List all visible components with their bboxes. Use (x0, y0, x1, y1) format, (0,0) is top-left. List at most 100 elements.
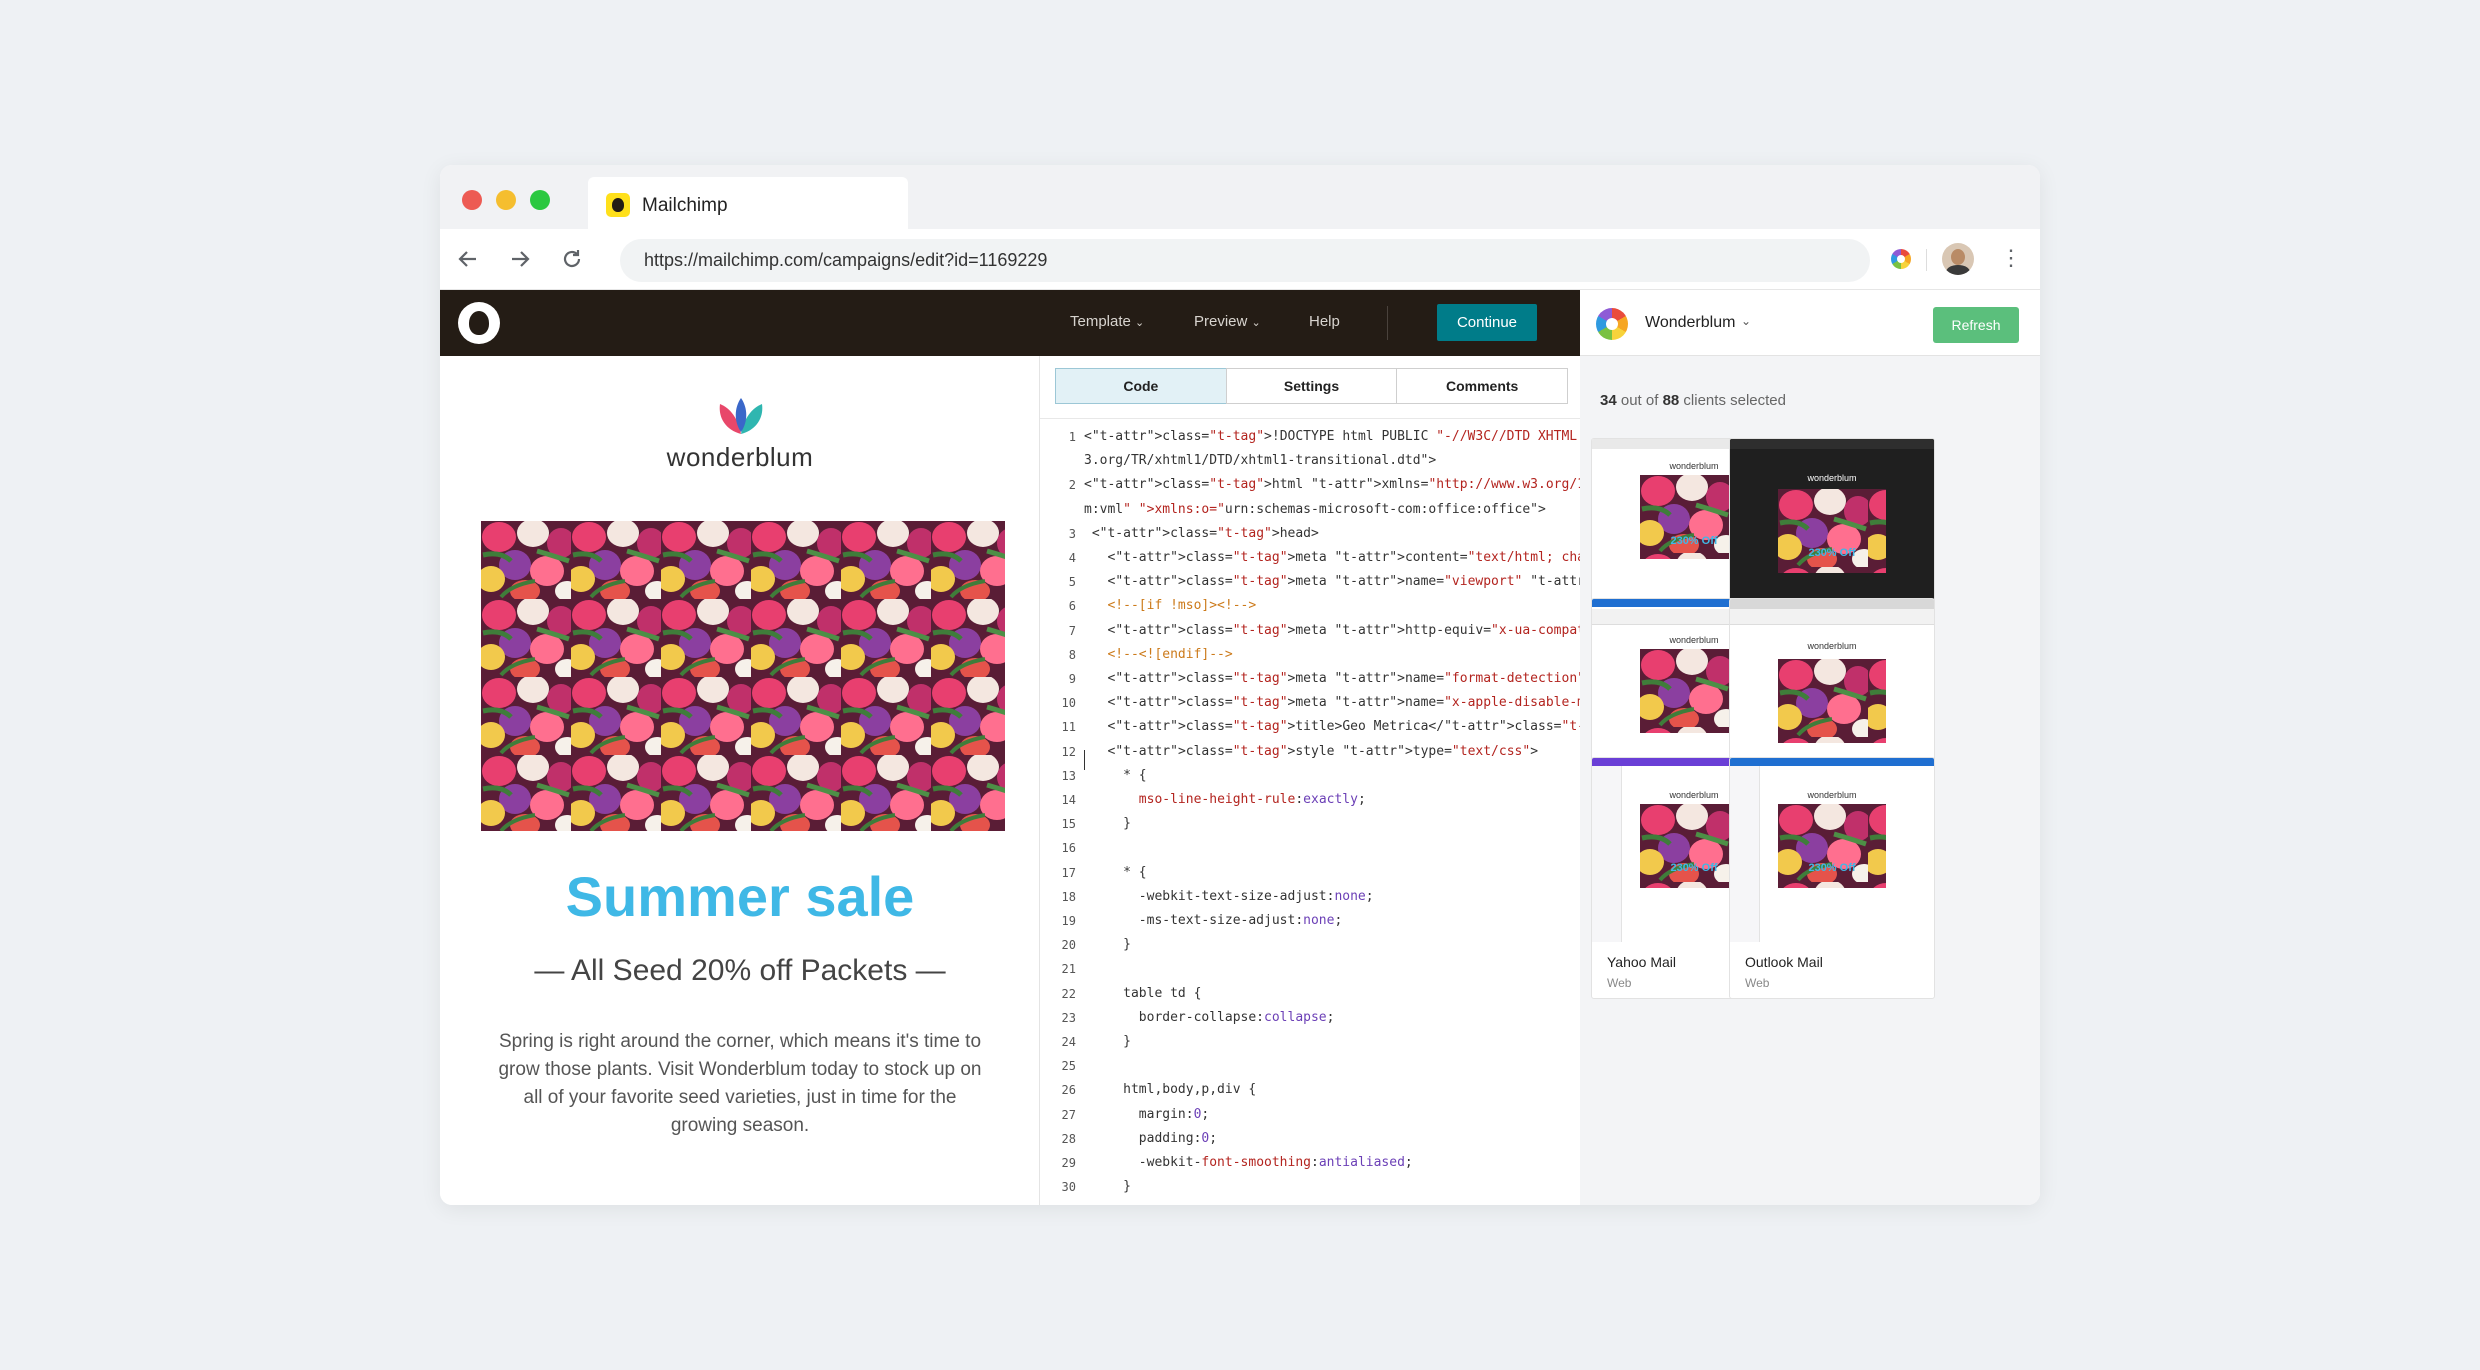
sale-subheading: — All Seed 20% off Packets — (534, 954, 946, 987)
code-text: m:vml" ">xmlns:o="urn:schemas-microsoft-… (1084, 501, 1546, 517)
tab-settings[interactable]: Settings (1225, 368, 1398, 404)
client-screenshot: wonderblum 230% Off (1730, 758, 1934, 942)
code-text: } (1084, 1179, 1131, 1195)
chevron-down-icon[interactable]: ⌄ (1741, 314, 1751, 328)
continue-button[interactable]: Continue (1437, 304, 1537, 341)
line-number: 5 (1068, 575, 1076, 590)
code-line: 2 <"t-attr">class="t-tag">html "t-attr">x… (1040, 473, 1580, 497)
tab-code[interactable]: Code (1055, 368, 1227, 404)
code-line: 4 <"t-attr">class="t-tag">meta "t-attr">… (1040, 546, 1580, 570)
reload-icon[interactable] (556, 243, 588, 275)
sale-heading: Summer sale (565, 865, 915, 928)
mini-offer-text: 230% Off (1808, 862, 1856, 874)
more-menu-icon[interactable]: ⋮ (2000, 243, 2022, 275)
line-number: 20 (1061, 938, 1076, 953)
tab-comments[interactable]: Comments (1396, 368, 1569, 404)
mini-brand-wordmark: wonderblum (1807, 641, 1857, 651)
code-text: <"t-attr">class="t-tag">meta "t-attr">na… (1084, 695, 1580, 711)
line-number: 2 (1068, 478, 1076, 493)
title-bar: Mailchimp (440, 165, 2040, 230)
client-platform: Web (1607, 976, 1632, 990)
code-line: 29 -webkit-font-smoothing:antialiased; (1040, 1151, 1580, 1175)
maximize-window-button[interactable] (530, 190, 550, 210)
code-text: mso-line-height-rule:exactly; (1138, 792, 1366, 807)
code-text: padding:0; (1084, 1130, 1218, 1146)
mailchimp-favicon-icon (606, 193, 630, 217)
line-number: 21 (1061, 962, 1076, 977)
mailchimp-logo-icon[interactable] (458, 302, 500, 344)
close-window-button[interactable] (462, 190, 482, 210)
total-count: 88 (1662, 392, 1680, 409)
code-line: 21 (1040, 957, 1580, 981)
line-number: 14 (1061, 793, 1076, 807)
code-text: } (1084, 816, 1131, 832)
line-number: 12 (1061, 744, 1076, 759)
panel-header: Wonderblum ⌄ Refresh (1580, 290, 2040, 356)
code-text: * { (1084, 767, 1147, 783)
count-suffix: clients selected (1683, 392, 1786, 409)
toolbar-divider (1926, 249, 1927, 271)
code-text: <"t-attr">class="t-tag">meta "t-attr">co… (1084, 550, 1580, 565)
code-text: } (1084, 937, 1131, 953)
selected-count: 34 (1600, 392, 1617, 409)
extension-icon[interactable] (1891, 249, 1911, 269)
mini-brand-wordmark: wonderblum (1807, 473, 1857, 483)
refresh-button[interactable]: Refresh (1933, 307, 2019, 343)
preview-menu[interactable]: Preview ⌄ (1194, 313, 1261, 330)
template-menu[interactable]: Template ⌄ (1070, 313, 1144, 330)
line-number: 17 (1061, 865, 1076, 880)
browser-tab[interactable]: Mailchimp (588, 177, 908, 230)
back-arrow-icon[interactable] (452, 243, 484, 275)
line-number: 16 (1061, 841, 1076, 856)
code-text: * { (1084, 864, 1147, 880)
line-number: 30 (1061, 1180, 1076, 1195)
code-line: 3.org/TR/xhtml1/DTD/xhtml1-transitional.… (1040, 449, 1580, 473)
help-link[interactable]: Help (1309, 313, 1340, 330)
code-text: -webkit-text-size-adjust:none; (1084, 888, 1374, 904)
code-line: 28 padding:0; (1040, 1127, 1580, 1151)
code-text: <!--[if !mso]><!--> (1084, 598, 1257, 614)
code-line: 26 html,body,p,div { (1040, 1078, 1580, 1102)
minimize-window-button[interactable] (496, 190, 516, 210)
count-mid-text: out of (1620, 392, 1659, 409)
client-preview-card[interactable]: wonderblum 230% Off Outlook Mail Web (1729, 757, 1935, 999)
mini-offer-text: 230% Off (1808, 547, 1856, 559)
code-line: 11 <"t-attr">class="t-tag">title>Geo Met… (1040, 715, 1580, 739)
chevron-down-icon: ⌄ (1251, 317, 1261, 329)
client-name: Outlook Mail (1745, 954, 1823, 970)
code-line: 15 } (1040, 812, 1580, 836)
code-text: <"t-attr">class="t-tag">meta "t-attr">na… (1084, 671, 1580, 686)
code-line: 24 } (1040, 1030, 1580, 1054)
code-line: 9 <"t-attr">class="t-tag">meta "t-attr">… (1040, 667, 1580, 691)
mini-hero-image (1778, 489, 1886, 573)
account-selector[interactable]: Wonderblum (1645, 314, 1735, 332)
line-number: 29 (1061, 1156, 1076, 1170)
code-editor-pane: Code Settings Comments 1 <"t-attr">class=… (1040, 356, 1580, 1205)
line-number: 26 (1061, 1083, 1076, 1098)
brand-wordmark: wonderblum (666, 442, 814, 472)
code-line: 3 <"t-attr">class="t-tag">head> (1040, 522, 1580, 546)
wonderblum-logo-icon (719, 398, 763, 434)
chevron-down-icon: ⌄ (1135, 317, 1145, 329)
line-number: 11 (1061, 720, 1076, 735)
code-line: 12 <"t-attr">class="t-tag">style "t-attr… (1040, 740, 1580, 764)
code-text: <"t-attr">class="t-tag">head> (1084, 525, 1319, 541)
code-text: 3.org/TR/xhtml1/DTD/xhtml1-transitional.… (1084, 453, 1437, 469)
code-text: border-collapse:collapse; (1084, 1009, 1335, 1025)
avatar[interactable] (1942, 243, 1974, 275)
line-number: 1 (1068, 430, 1076, 444)
editor-toolbar: Template ⌄ Preview ⌄ Help Continue (440, 290, 1580, 356)
client-screenshot: wonderblum (1730, 599, 1934, 783)
code-line: 18 -webkit-text-size-adjust:none; (1040, 885, 1580, 909)
client-chrome-bar (1730, 439, 1934, 449)
line-number: 24 (1061, 1035, 1076, 1049)
code-line: 7 <"t-attr">class="t-tag">meta "t-attr">… (1040, 619, 1580, 643)
code-line: 19 -ms-text-size-adjust:none; (1040, 909, 1580, 933)
code-editor[interactable]: 1 <"t-attr">class="t-tag">!DOCTYPE html P… (1040, 418, 1580, 1205)
line-number: 22 (1061, 986, 1076, 1001)
line-number: 13 (1061, 768, 1076, 783)
line-number: 31 (1040, 1199, 1076, 1205)
url-input[interactable]: https://mailchimp.com/campaigns/edit?id=… (620, 239, 1870, 282)
forward-arrow-icon[interactable] (504, 243, 536, 275)
code-text: <"t-attr">class="t-tag">style "t-attr">t… (1084, 743, 1539, 759)
